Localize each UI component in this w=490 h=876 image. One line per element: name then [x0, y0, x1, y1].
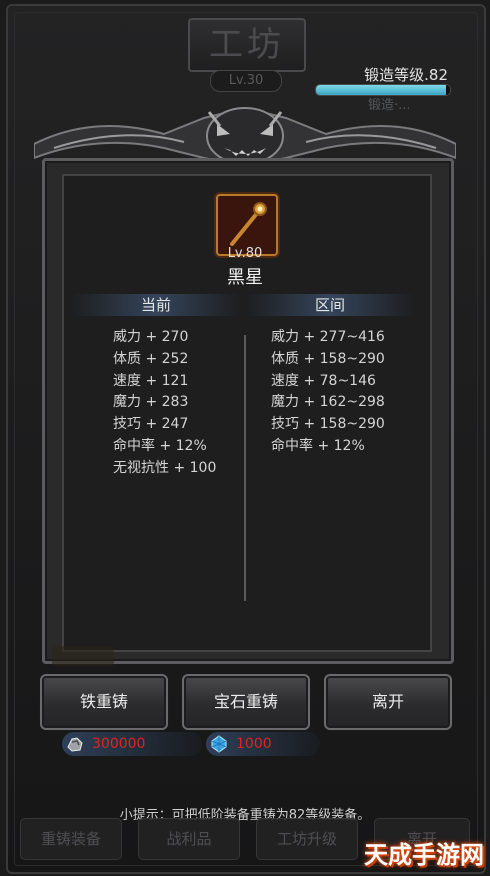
- gem-amount: 1000: [236, 736, 272, 752]
- current-stat: 技巧 + 247: [113, 416, 189, 433]
- site-watermark: 天成手游网: [364, 841, 484, 869]
- range-stat: 命中率 + 12%: [271, 437, 365, 454]
- range-stat: 魔力 + 162~298: [271, 394, 385, 411]
- current-stats-header: 当前: [72, 294, 240, 316]
- tab-recast-equipment[interactable]: 重铸装备: [20, 818, 122, 860]
- iron-resource: 300000: [62, 732, 202, 756]
- item-name: 黑星: [227, 267, 263, 288]
- current-stat: 魔力 + 283: [113, 394, 189, 411]
- current-stat: 威力 + 270: [113, 329, 189, 345]
- tab-workshop-upgrade[interactable]: 工坊升级: [256, 818, 358, 860]
- iron-recast-button[interactable]: 铁重铸: [40, 674, 168, 730]
- range-stats-header: 区间: [246, 294, 414, 316]
- current-stat: 命中率 + 12%: [113, 437, 207, 454]
- current-stat: 无视抗性 + 100: [113, 459, 217, 476]
- workshop-level: Lv.30: [210, 70, 282, 92]
- page-title: 工坊: [188, 18, 306, 72]
- iron-ore-icon: [67, 737, 83, 752]
- iron-amount: 300000: [92, 736, 146, 752]
- range-stat: 体质 + 158~290: [271, 350, 385, 367]
- current-stat: 速度 + 121: [113, 372, 189, 389]
- gem-recast-button[interactable]: 宝石重铸: [182, 674, 310, 730]
- gem-icon: [211, 735, 227, 753]
- range-stat: 技巧 + 158~290: [271, 416, 385, 433]
- item-level: Lv.80: [227, 246, 263, 261]
- forge-level-label: 锻造等级.82: [364, 66, 448, 84]
- gem-resource: 1000: [206, 732, 320, 756]
- leave-button[interactable]: 离开: [324, 674, 452, 730]
- current-stats-list: 威力 + 270 体质 + 252 速度 + 121 魔力 + 283 技巧 +…: [113, 327, 216, 480]
- range-stat: 速度 + 78~146: [271, 372, 376, 389]
- stats-divider: [244, 335, 246, 601]
- range-stat: 威力 + 277~416: [271, 329, 385, 345]
- background-badge: [52, 646, 114, 666]
- range-stats-list: 威力 + 277~416 体质 + 158~290 速度 + 78~146 魔力…: [271, 327, 385, 458]
- current-stat: 体质 + 252: [113, 350, 189, 367]
- tab-loot[interactable]: 战利品: [138, 818, 240, 860]
